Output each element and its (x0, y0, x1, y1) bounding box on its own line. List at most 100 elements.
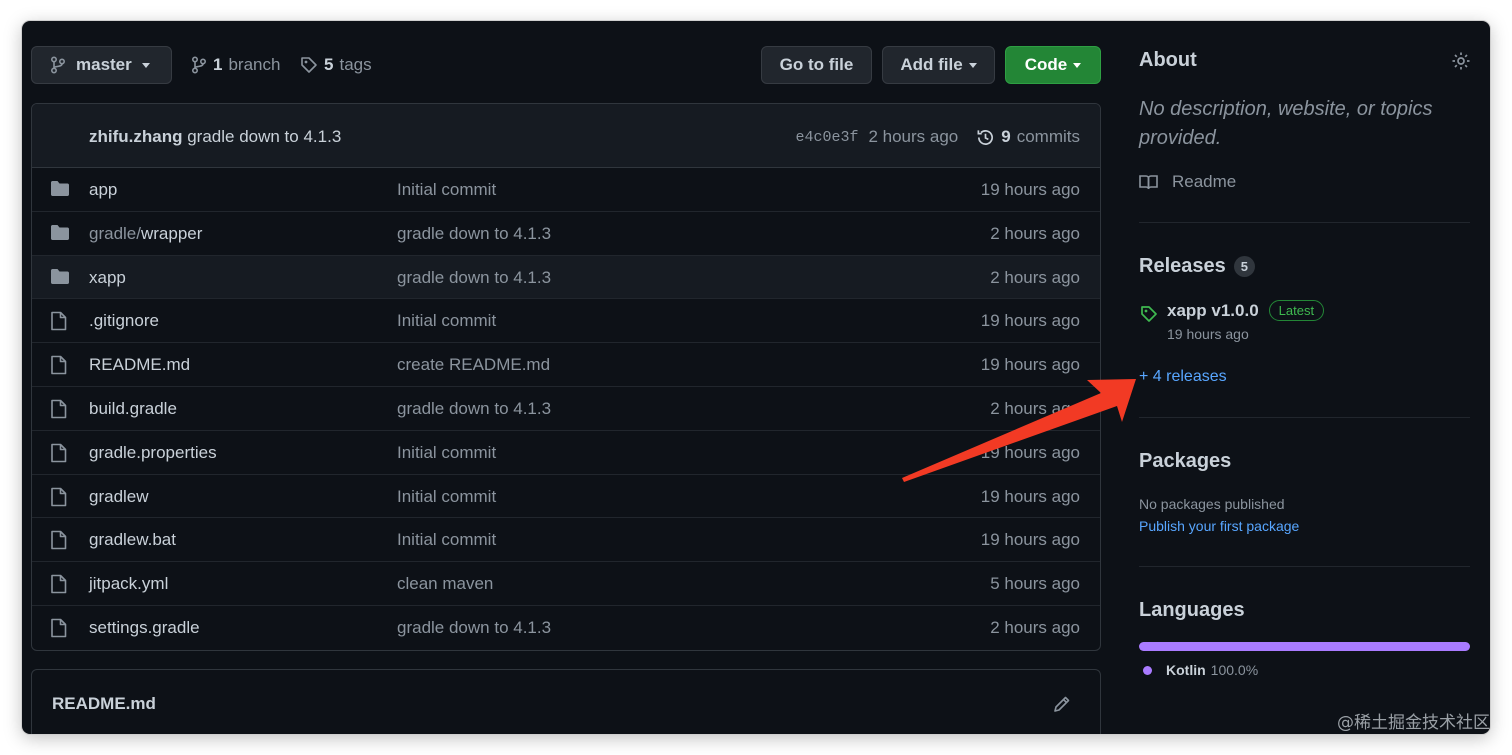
annotation-arrow (902, 379, 1136, 482)
folder-icon (51, 224, 69, 240)
file-name-link[interactable]: build.gradle (89, 399, 177, 419)
commits-link[interactable]: 9 commits (976, 127, 1080, 147)
file-type-icon (50, 399, 67, 424)
releases-heading[interactable]: Releases 5 (1139, 255, 1255, 278)
go-to-file-label: Go to file (779, 55, 854, 74)
file-icon (51, 443, 67, 463)
more-releases-link[interactable]: + 4 releases (1139, 368, 1227, 386)
file-name-link[interactable]: settings.gradle (89, 618, 200, 638)
file-icon (51, 487, 67, 506)
branch-selector[interactable]: master (31, 46, 172, 84)
file-commit-message[interactable]: gradle down to 4.1.3 (397, 618, 551, 638)
commit-sha[interactable]: e4c0e3f (795, 129, 858, 146)
git-branch-icon (50, 56, 66, 74)
readme-title: README.md (52, 694, 156, 713)
file-name-link[interactable]: app (89, 180, 117, 200)
file-name-link[interactable]: jitpack.yml (89, 574, 168, 594)
file-row[interactable]: settings.gradle gradle down to 4.1.3 2 hou… (32, 606, 1100, 650)
file-name-main: build.gradle (89, 398, 177, 418)
about-description-line-1: No description, website, or topics (1139, 98, 1433, 120)
code-button[interactable]: Code (1005, 46, 1101, 84)
chevron-down-icon (1073, 62, 1082, 68)
file-commit-message[interactable]: Initial commit (397, 311, 496, 331)
file-row[interactable]: gradlew.bat Initial commit 19 hours ago (32, 518, 1100, 563)
file-commit-age: 5 hours ago (990, 574, 1080, 594)
language-item-kotlin[interactable]: Kotlin 100.0% (1143, 662, 1258, 678)
latest-badge: Latest (1268, 300, 1325, 321)
tag-label: tags (339, 55, 372, 74)
publish-package-link[interactable]: Publish your first package (1139, 518, 1299, 534)
file-name-link[interactable]: gradlew.bat (89, 530, 176, 550)
readme-link[interactable]: Readme (1139, 172, 1236, 192)
file-name-prefix: gradle/ (89, 223, 141, 243)
file-name-link[interactable]: gradlew (89, 487, 149, 507)
branch-count: 1 (213, 55, 223, 74)
tag-count: 5 (324, 55, 334, 74)
tags-link[interactable]: 5 tags (300, 55, 372, 75)
file-name-link[interactable]: xapp (89, 268, 126, 288)
language-bar (1139, 642, 1470, 651)
folder-icon (51, 268, 69, 284)
chevron-down-icon (141, 62, 150, 68)
file-type-icon (50, 443, 67, 468)
file-name-main: gradlew (89, 486, 149, 506)
tag-icon (301, 57, 317, 73)
packages-heading[interactable]: Packages (1139, 450, 1231, 473)
file-type-icon (50, 311, 67, 336)
file-name-main: xapp (89, 267, 126, 287)
latest-release[interactable]: xapp v1.0.0 Latest (1167, 300, 1325, 321)
file-commit-age: 19 hours ago (980, 180, 1080, 199)
file-type-icon (50, 574, 67, 599)
file-name-main: app (89, 180, 118, 199)
file-name-link[interactable]: .gitignore (89, 311, 159, 331)
file-commit-message[interactable]: create README.md (397, 355, 550, 375)
commit-age: 2 hours ago (868, 127, 959, 146)
file-commit-message[interactable]: clean maven (397, 574, 493, 594)
file-commit-message[interactable]: Initial commit (397, 530, 496, 550)
folder-icon (51, 181, 69, 196)
file-commit-age: 2 hours ago (990, 223, 1080, 243)
file-row[interactable]: xapp gradle down to 4.1.3 2 hours ago (32, 255, 1100, 300)
file-row[interactable]: app Initial commit 19 hours ago (32, 168, 1100, 212)
readme-link-label: Readme (1172, 172, 1237, 191)
file-commit-message[interactable]: Initial commit (397, 180, 496, 200)
file-icon (51, 531, 67, 550)
git-branch-icon (191, 56, 207, 74)
file-name-link[interactable]: README.md (89, 355, 190, 375)
file-type-icon (50, 618, 67, 643)
file-commit-age: 2 hours ago (990, 617, 1080, 637)
no-packages-text: No packages published (1139, 496, 1285, 512)
repository-page: master 1 branch 5 tags Go to file Add fi… (22, 21, 1490, 734)
file-commit-message[interactable]: gradle down to 4.1.3 (397, 224, 551, 244)
file-row[interactable]: jitpack.yml clean maven 5 hours ago (32, 562, 1100, 606)
file-row[interactable]: gradle/wrapper gradle down to 4.1.3 2 hour… (32, 212, 1100, 256)
file-icon (51, 618, 67, 638)
file-commit-age: 19 hours ago (980, 311, 1080, 331)
pencil-icon[interactable] (1052, 694, 1072, 714)
language-name: Kotlin (1166, 662, 1206, 678)
language-bar-kotlin (1139, 642, 1470, 651)
file-type-icon (50, 180, 70, 202)
releases-heading-label: Releases (1139, 255, 1226, 277)
chevron-down-icon (968, 62, 977, 68)
file-type-icon (50, 530, 67, 555)
tag-icon (1141, 306, 1157, 322)
branches-link[interactable]: 1 branch (191, 55, 280, 75)
file-name-link[interactable]: gradle.properties (89, 443, 217, 463)
latest-commit-bar: zhifu.zhang gradle down to 4.1.3 e4c0e3f… (32, 104, 1100, 168)
file-commit-message[interactable]: gradle down to 4.1.3 (397, 268, 551, 288)
file-name-link[interactable]: gradle/wrapper (89, 224, 202, 244)
add-file-button[interactable]: Add file (882, 46, 995, 84)
branch-name: master (76, 55, 132, 74)
file-row[interactable]: .gitignore Initial commit 19 hours ago (32, 299, 1100, 344)
file-commit-message[interactable]: gradle down to 4.1.3 (397, 399, 551, 419)
commit-author[interactable]: zhifu.zhang (89, 127, 182, 146)
file-type-icon (50, 224, 70, 246)
add-file-label: Add file (900, 55, 963, 74)
file-commit-message[interactable]: Initial commit (397, 487, 496, 507)
commit-message[interactable]: gradle down to 4.1.3 (187, 127, 341, 146)
gear-icon[interactable] (1451, 51, 1471, 71)
go-to-file-button[interactable]: Go to file (761, 46, 872, 84)
file-name-main: wrapper (140, 223, 203, 243)
file-commit-message[interactable]: Initial commit (397, 443, 496, 463)
